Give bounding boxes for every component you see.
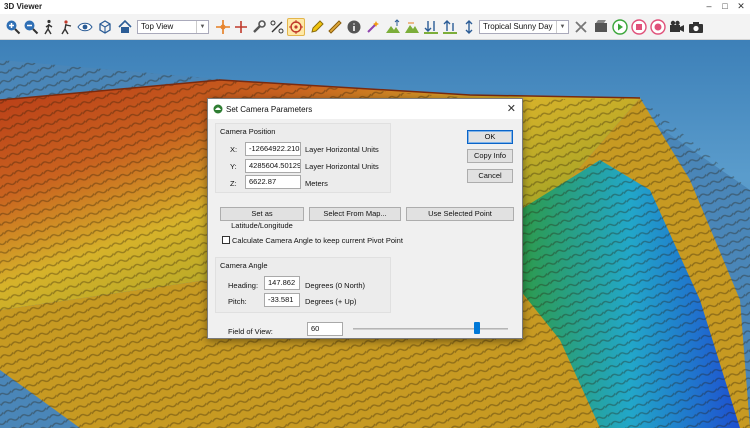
pitch-label: Pitch:: [228, 297, 247, 306]
arrows-down-icon[interactable]: [422, 18, 440, 36]
crosshair-icon[interactable]: [214, 18, 232, 36]
fly-icon[interactable]: [58, 18, 76, 36]
y-unit: Layer Horizontal Units: [305, 162, 379, 171]
minimize-icon[interactable]: –: [704, 1, 714, 12]
plus-icon[interactable]: [232, 18, 250, 36]
use-selected-point-button[interactable]: Use Selected Point: [406, 207, 514, 221]
record-icon[interactable]: [649, 18, 667, 36]
chevron-down-icon: ▼: [196, 21, 208, 33]
ok-button[interactable]: OK: [467, 130, 513, 144]
pitch-field[interactable]: -33.581: [264, 293, 300, 307]
info-icon[interactable]: [345, 18, 363, 36]
pencil-icon[interactable]: [308, 18, 326, 36]
x-label: X:: [230, 145, 238, 154]
z-field[interactable]: 6622.87: [245, 175, 301, 189]
video-camera-icon[interactable]: [668, 18, 686, 36]
y-field[interactable]: 4285604.501294: [245, 159, 301, 173]
z-unit: Meters: [305, 179, 328, 188]
fov-slider-track[interactable]: [353, 328, 508, 330]
fov-label: Field of View:: [228, 327, 273, 336]
select-from-map-button[interactable]: Select From Map...: [309, 207, 401, 221]
camera-icon[interactable]: [687, 18, 705, 36]
ruler-icon[interactable]: [326, 18, 344, 36]
pitch-unit: Degrees (+ Up): [305, 297, 357, 306]
terrain-up-icon[interactable]: [384, 18, 402, 36]
cube-icon[interactable]: [96, 18, 114, 36]
zoom-in-icon[interactable]: [4, 18, 22, 36]
wrench-icon[interactable]: [250, 18, 268, 36]
view-select[interactable]: Top View ▼: [137, 20, 209, 34]
heading-label: Heading:: [228, 281, 259, 290]
pivot-checkbox[interactable]: [222, 236, 230, 244]
arrows-updown-icon[interactable]: [460, 18, 478, 36]
pivot-checkbox-label: Calculate Camera Angle to keep current P…: [232, 236, 403, 245]
dialog-titlebar: Set Camera Parameters ✕: [208, 99, 522, 119]
chevron-down-icon: ▼: [556, 21, 568, 33]
lighting-select-value: Tropical Sunny Day: [483, 22, 553, 31]
dialog-title: Set Camera Parameters: [226, 105, 313, 114]
arrows-up-icon[interactable]: [441, 18, 459, 36]
window-title: 3D Viewer: [4, 2, 43, 11]
cancel-button[interactable]: Cancel: [467, 169, 513, 183]
copy-info-button[interactable]: Copy Info: [467, 149, 513, 163]
camera-position-label: Camera Position: [220, 127, 276, 136]
set-camera-parameters-dialog: Set Camera Parameters ✕ Camera Position …: [207, 98, 523, 339]
cross-icon[interactable]: [572, 18, 590, 36]
percent-icon[interactable]: [268, 18, 286, 36]
maximize-icon[interactable]: □: [720, 1, 730, 12]
play-icon[interactable]: [611, 18, 629, 36]
heading-field[interactable]: 147.862: [264, 276, 300, 290]
window-titlebar: 3D Viewer – □ ✕: [0, 0, 750, 14]
set-lat-lon-button[interactable]: Set as Latitude/Longitude: [220, 207, 304, 230]
x-field[interactable]: -12664922.2108: [245, 142, 301, 156]
heading-unit: Degrees (0 North): [305, 281, 366, 290]
pan-eye-icon[interactable]: [76, 18, 94, 36]
z-label: Z:: [230, 179, 237, 188]
fov-slider-thumb[interactable]: [474, 322, 480, 334]
magic-icon[interactable]: [364, 18, 382, 36]
y-label: Y:: [230, 162, 237, 171]
window-controls: – □ ✕: [704, 1, 746, 12]
walk-icon[interactable]: [40, 18, 58, 36]
fov-field[interactable]: 60: [307, 322, 343, 336]
app-logo-icon: [213, 104, 223, 114]
terrain-icon[interactable]: [403, 18, 421, 36]
x-unit: Layer Horizontal Units: [305, 145, 379, 154]
camera-angle-label: Camera Angle: [220, 261, 268, 270]
film-icon[interactable]: [592, 18, 610, 36]
zoom-out-icon[interactable]: [22, 18, 40, 36]
toolbar: Top View ▼ Tropical Sunny Day ▼: [0, 14, 750, 40]
lighting-select[interactable]: Tropical Sunny Day ▼: [479, 20, 569, 34]
close-icon[interactable]: ✕: [736, 1, 746, 12]
home-icon[interactable]: [116, 18, 134, 36]
view-select-value: Top View: [141, 22, 174, 31]
camera-target-icon[interactable]: [287, 18, 305, 36]
stop-icon[interactable]: [630, 18, 648, 36]
close-icon[interactable]: ✕: [507, 102, 516, 115]
